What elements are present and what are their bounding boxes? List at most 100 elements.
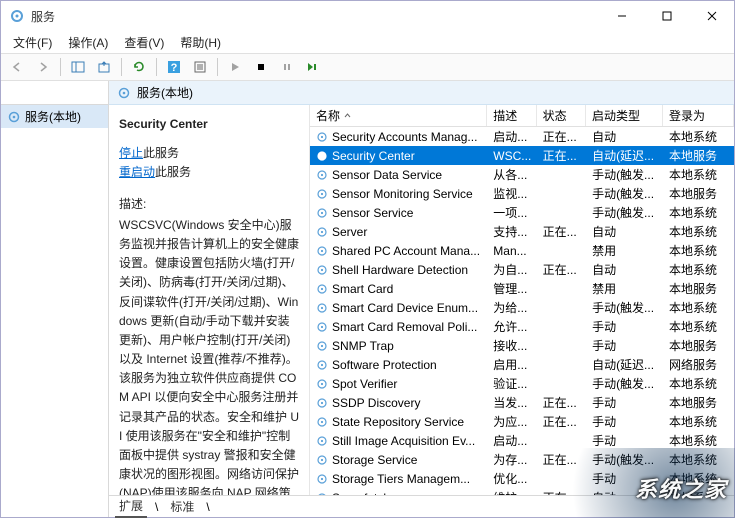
- service-row[interactable]: Superfetch维护...正在...自动本地系统: [310, 488, 734, 495]
- cell-name: Still Image Acquisition Ev...: [310, 433, 487, 449]
- cell-desc: 启动...: [487, 431, 536, 450]
- cell-name: Software Protection: [310, 357, 487, 373]
- cell-status: [537, 250, 586, 252]
- cell-name: Server: [310, 224, 487, 240]
- service-row[interactable]: Smart Card Removal Poli...允许...手动本地系统: [310, 317, 734, 336]
- service-row[interactable]: Software Protection启用...自动(延迟...网络服务: [310, 355, 734, 374]
- cell-name: State Repository Service: [310, 414, 487, 430]
- menu-file[interactable]: 文件(F): [7, 32, 58, 53]
- service-row[interactable]: Sensor Monitoring Service监视...手动(触发...本地…: [310, 184, 734, 203]
- column-status[interactable]: 状态: [537, 105, 586, 126]
- service-row[interactable]: Still Image Acquisition Ev...启动...手动本地系统: [310, 431, 734, 450]
- service-row[interactable]: Sensor Data Service从各...手动(触发...本地系统: [310, 165, 734, 184]
- tree-item-label: 服务(本地): [25, 108, 81, 125]
- stop-service-button[interactable]: [249, 56, 273, 78]
- cell-name: Security Accounts Manag...: [310, 129, 487, 145]
- cell-status: 正在...: [537, 488, 586, 495]
- refresh-button[interactable]: [127, 56, 151, 78]
- menu-action[interactable]: 操作(A): [62, 32, 114, 53]
- cell-status: 正在...: [537, 146, 586, 165]
- cell-name: Smart Card: [310, 281, 487, 297]
- export-list-button[interactable]: [92, 56, 116, 78]
- service-row[interactable]: State Repository Service为应...正在...手动本地系统: [310, 412, 734, 431]
- help-button[interactable]: ?: [162, 56, 186, 78]
- cell-startup: 手动: [586, 393, 663, 412]
- cell-name: Shell Hardware Detection: [310, 262, 487, 278]
- titlebar: 服务: [1, 1, 734, 31]
- cell-desc: 当发...: [487, 393, 536, 412]
- cell-logon: 本地系统: [663, 488, 734, 495]
- tab-standard[interactable]: 标准: [166, 496, 198, 517]
- cell-logon: 本地服务: [663, 393, 734, 412]
- maximize-button[interactable]: [644, 1, 689, 31]
- cell-desc: 为应...: [487, 412, 536, 431]
- cell-status: 正在...: [537, 450, 586, 469]
- cell-desc: 支持...: [487, 222, 536, 241]
- cell-logon: 网络服务: [663, 355, 734, 374]
- tab-extended[interactable]: 扩展: [115, 495, 147, 518]
- service-row[interactable]: Storage Service为存...正在...手动(触发...本地系统: [310, 450, 734, 469]
- cell-name: Sensor Data Service: [310, 167, 487, 183]
- cell-desc: 从各...: [487, 165, 536, 184]
- column-desc[interactable]: 描述: [487, 105, 536, 126]
- cell-desc: 为存...: [487, 450, 536, 469]
- cell-logon: 本地系统: [663, 450, 734, 469]
- cell-logon: 本地系统: [663, 317, 734, 336]
- menu-help[interactable]: 帮助(H): [174, 32, 227, 53]
- stop-service-link[interactable]: 停止: [119, 146, 143, 160]
- tree-pane: 服务(本地): [1, 81, 109, 517]
- svg-text:?: ?: [171, 62, 178, 74]
- list-header: 名称 描述 状态 启动类型 登录为: [310, 105, 734, 127]
- services-list-pane: 名称 描述 状态 启动类型 登录为 Security Accounts Mana…: [309, 105, 734, 495]
- cell-name: Security Center: [310, 148, 487, 164]
- restart-service-button[interactable]: [301, 56, 325, 78]
- cell-startup: 禁用: [586, 241, 663, 260]
- service-row[interactable]: Security Accounts Manag...启动...正在...自动本地…: [310, 127, 734, 146]
- close-button[interactable]: [689, 1, 734, 31]
- cell-status: [537, 478, 586, 480]
- cell-startup: 禁用: [586, 279, 663, 298]
- description-pane: Security Center 停止此服务 重启动此服务 描述: WSCSVC(…: [109, 105, 309, 495]
- service-row[interactable]: Server支持...正在...自动本地系统: [310, 222, 734, 241]
- cell-status: [537, 193, 586, 195]
- selected-service-title: Security Center: [119, 115, 299, 134]
- cell-status: [537, 307, 586, 309]
- cell-startup: 自动: [586, 222, 663, 241]
- start-service-button: [223, 56, 247, 78]
- window-title: 服务: [31, 8, 599, 25]
- service-row[interactable]: Smart Card Device Enum...为给...手动(触发...本地…: [310, 298, 734, 317]
- service-row[interactable]: Smart Card管理...禁用本地服务: [310, 279, 734, 298]
- cell-logon: 本地系统: [663, 469, 734, 488]
- service-row[interactable]: Storage Tiers Managem...优化...手动本地系统: [310, 469, 734, 488]
- service-row[interactable]: SSDP Discovery当发...正在...手动本地服务: [310, 393, 734, 412]
- cell-startup: 手动: [586, 469, 663, 488]
- column-name[interactable]: 名称: [310, 105, 487, 126]
- cell-desc: 验证...: [487, 374, 536, 393]
- service-row[interactable]: Security CenterWSC...正在...自动(延迟...本地服务: [310, 146, 734, 165]
- minimize-button[interactable]: [599, 1, 644, 31]
- cell-logon: 本地服务: [663, 279, 734, 298]
- restart-service-link[interactable]: 重启动: [119, 165, 155, 179]
- cell-logon: 本地系统: [663, 374, 734, 393]
- cell-startup: 自动: [586, 127, 663, 146]
- tree-item-services-local[interactable]: 服务(本地): [1, 105, 108, 128]
- column-startup[interactable]: 启动类型: [586, 105, 663, 126]
- list-body[interactable]: Security Accounts Manag...启动...正在...自动本地…: [310, 127, 734, 495]
- cell-desc: 为给...: [487, 298, 536, 317]
- service-row[interactable]: Shared PC Account Mana...Man...禁用本地系统: [310, 241, 734, 260]
- cell-name: Smart Card Device Enum...: [310, 300, 487, 316]
- cell-startup: 手动: [586, 412, 663, 431]
- service-row[interactable]: Shell Hardware Detection为自...正在...自动本地系统: [310, 260, 734, 279]
- service-row[interactable]: Sensor Service一项...手动(触发...本地系统: [310, 203, 734, 222]
- menubar: 文件(F) 操作(A) 查看(V) 帮助(H): [1, 31, 734, 53]
- service-row[interactable]: Spot Verifier验证...手动(触发...本地系统: [310, 374, 734, 393]
- properties-button[interactable]: [188, 56, 212, 78]
- cell-desc: 为自...: [487, 260, 536, 279]
- menu-view[interactable]: 查看(V): [118, 32, 170, 53]
- cell-desc: 接收...: [487, 336, 536, 355]
- main-header: 服务(本地): [109, 81, 734, 105]
- service-row[interactable]: SNMP Trap接收...手动本地服务: [310, 336, 734, 355]
- show-hide-tree-button[interactable]: [66, 56, 90, 78]
- column-logon[interactable]: 登录为: [663, 105, 734, 126]
- cell-status: 正在...: [537, 412, 586, 431]
